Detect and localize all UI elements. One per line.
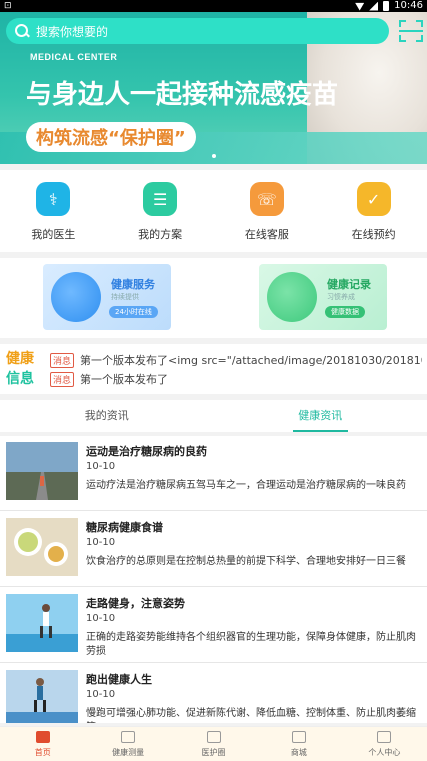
scan-button[interactable]: [399, 20, 423, 42]
nav-medical-circle[interactable]: 医护圈: [171, 727, 256, 761]
nav-health-measure[interactable]: 健康测量: [85, 727, 170, 761]
list-item[interactable]: 走路健身，注意姿势 10-10 正确的走路姿势能维持各个组织器官的生理功能，保障…: [0, 588, 427, 663]
article-title: 糖尿病健康食谱: [86, 521, 163, 534]
signal-icon: [369, 1, 379, 11]
news-text: 第一个版本发布了<img src="/attached/image/201810…: [80, 354, 423, 367]
service-cards: 健康服务 持续提供 24小时在线 健康记录 习惯养成 健康数据: [0, 258, 427, 338]
article-list: 运动是治疗糖尿病的良药 10-10 运动疗法是治疗糖尿病五驾马车之一，合理运动是…: [0, 436, 427, 723]
user-icon: [377, 731, 392, 743]
quick-action-label: 我的医生: [31, 228, 76, 241]
tab-my-news[interactable]: 我的资讯: [0, 400, 214, 432]
news-text: 第一个版本发布了: [80, 373, 169, 386]
quick-action-my-doctor[interactable]: ⚕ 我的医生: [0, 170, 107, 252]
search-input[interactable]: 搜索你想要的: [6, 18, 389, 44]
banner-subline: 构筑流感“保护圈”: [26, 122, 196, 152]
card-subtitle: 习惯养成: [327, 293, 355, 301]
search-icon: [14, 23, 30, 39]
nav-label: 健康测量: [112, 748, 145, 757]
nav-profile[interactable]: 个人中心: [342, 727, 427, 761]
card-subtitle: 持续提供: [111, 293, 139, 301]
health-service-card[interactable]: 健康服务 持续提供 24小时在线: [43, 264, 171, 330]
shop-icon: [291, 731, 306, 743]
nav-label: 医护圈: [201, 748, 226, 757]
article-title: 走路健身，注意姿势: [86, 597, 185, 610]
banner-brand: MEDICAL CENTER: [30, 52, 118, 62]
news-tag: 消息: [50, 352, 75, 368]
status-time: 10:46: [394, 0, 423, 11]
article-thumbnail: [6, 442, 78, 500]
nav-home[interactable]: 首页: [0, 727, 85, 761]
quick-action-online-service[interactable]: ☏ 在线客服: [214, 170, 321, 252]
article-title: 运动是治疗糖尿病的良药: [86, 445, 207, 458]
news-tabs: 我的资讯 健康资讯: [0, 400, 427, 432]
health-service-icon: [51, 272, 101, 322]
nav-label: 首页: [34, 748, 51, 757]
health-record-card[interactable]: 健康记录 习惯养成 健康数据: [259, 264, 387, 330]
quick-actions: ⚕ 我的医生 ☰ 我的方案 ☏ 在线客服 ✓ 在线预约: [0, 170, 427, 252]
list-item[interactable]: 运动是治疗糖尿病的良药 10-10 运动疗法是治疗糖尿病五驾马车之一，合理运动是…: [0, 436, 427, 511]
card-pill: 24小时在线: [109, 306, 158, 318]
article-thumbnail: [6, 594, 78, 652]
article-date: 10-10: [86, 537, 116, 548]
notification-icon: ⊡: [4, 1, 12, 11]
bottom-navigation: 首页 健康测量 医护圈 商城 个人中心: [0, 726, 427, 761]
appointment-icon: ✓: [356, 182, 391, 216]
article-thumbnail: [6, 670, 78, 723]
quick-action-label: 我的方案: [138, 228, 183, 241]
nav-label: 个人中心: [368, 748, 401, 757]
banner-headline: 与身边人一起接种流感疫苗: [26, 80, 339, 110]
article-title: 跑出健康人生: [86, 673, 152, 686]
banner-page-indicator: [212, 154, 216, 158]
health-record-icon: [267, 272, 317, 322]
news-item[interactable]: 消息 第一个版本发布了<img src="/attached/image/201…: [50, 351, 422, 369]
card-title: 健康服务: [111, 278, 155, 291]
chat-icon: ☏: [249, 182, 284, 216]
nav-shop[interactable]: 商城: [256, 727, 341, 761]
quick-action-label: 在线客服: [244, 228, 289, 241]
article-description: 慢跑可增强心肺功能、促进新陈代谢、降低血糖、控制体重、防止肌肉萎缩等: [86, 708, 416, 723]
battery-icon: [383, 1, 390, 11]
quick-action-appointment[interactable]: ✓ 在线预约: [320, 170, 427, 252]
chat-bubbles-icon: [206, 731, 221, 743]
pulse-icon: [121, 731, 136, 743]
news-tag: 消息: [50, 371, 75, 387]
status-bar: ⊡ 10:46: [0, 0, 427, 12]
search-placeholder: 搜索你想要的: [36, 24, 109, 39]
health-info-logo: 健康 信息: [6, 351, 34, 387]
article-date: 10-10: [86, 613, 116, 624]
plan-icon: ☰: [143, 182, 178, 216]
health-news-ticker: 健康 信息 消息 第一个版本发布了<img src="/attached/ima…: [0, 344, 427, 394]
card-title: 健康记录: [327, 278, 371, 291]
nav-label: 商城: [290, 748, 307, 757]
wifi-icon: [355, 2, 365, 11]
quick-action-label: 在线预约: [351, 228, 396, 241]
doctor-icon: ⚕: [36, 182, 71, 216]
home-icon: [35, 731, 50, 743]
article-description: 运动疗法是治疗糖尿病五驾马车之一，合理运动是治疗糖尿病的一味良药: [86, 480, 406, 491]
article-date: 10-10: [86, 461, 116, 472]
news-item[interactable]: 消息 第一个版本发布了: [50, 370, 422, 388]
quick-action-my-plan[interactable]: ☰ 我的方案: [107, 170, 214, 252]
list-item[interactable]: 跑出健康人生 10-10 慢跑可增强心肺功能、促进新陈代谢、降低血糖、控制体重、…: [0, 664, 427, 723]
article-thumbnail: [6, 518, 78, 576]
card-pill: 健康数据: [325, 306, 365, 318]
article-description: 正确的走路姿势能维持各个组织器官的生理功能，保障身体健康，防止肌肉劳损: [86, 632, 416, 657]
list-item[interactable]: 糖尿病健康食谱 10-10 饮食治疗的总原则是在控制总热量的前提下科学、合理地安…: [0, 512, 427, 587]
article-date: 10-10: [86, 689, 116, 700]
scan-icon: [399, 30, 423, 32]
tab-health-news[interactable]: 健康资讯: [214, 400, 427, 432]
article-description: 饮食治疗的总原则是在控制总热量的前提下科学、合理地安排好一日三餐: [86, 556, 406, 567]
